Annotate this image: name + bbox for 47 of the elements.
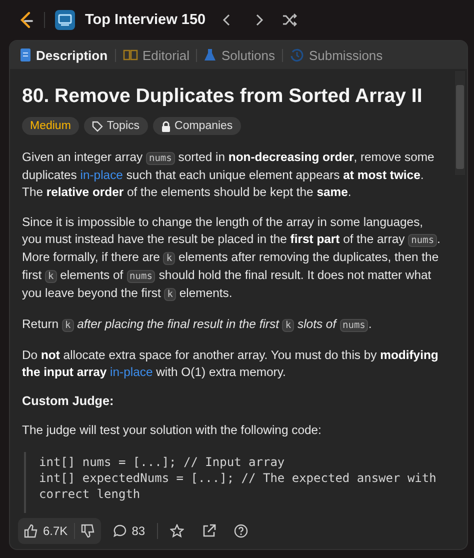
thumbs-down-icon[interactable] [80,524,95,538]
inline-code: k [45,270,57,283]
inline-code: nums [146,152,175,165]
inline-code: k [282,319,294,332]
description-paragraph: Since it is impossible to change the length of the array in some languages, you must instead have the result be placed in the first part of the array nums . More formally, if there are k elements after removing the duplicates, then the first k elements of nums should hold the final result. It does not matter what you leave beyond the first k elements. [22,214,442,303]
inline-code: k [163,252,176,265]
code-line: int[] expectedNums = [...]; // The expected answer with correct length [39,470,438,502]
difficulty-badge[interactable]: Medium [22,117,79,135]
description-paragraph: Do not allocate extra space for another array. You must do this by modifying the input array in-place with O(1) extra memory. [22,347,440,381]
comment-icon [112,524,127,538]
description-paragraph: Return k after placing the final result in the first k slots of nums . [22,316,373,334]
tag-icon [92,120,103,132]
problem-list-title[interactable]: Top Interview 150 [85,12,206,28]
help-icon[interactable] [234,524,248,538]
tab[interactable]: Submissions [290,48,383,62]
companies-button[interactable]: Companies [152,117,241,135]
previous-icon[interactable] [222,13,232,27]
inline-code: nums [126,270,156,283]
inline-code: nums [340,319,368,332]
tab[interactable]: Editorial [122,48,190,62]
lock-icon [160,120,171,132]
star-icon[interactable] [170,524,184,538]
inline-code: k [164,288,176,301]
inline-code: k [62,319,74,332]
problem-title: 80. Remove Duplicates from Sorted Array II [22,84,422,109]
thumbs-up-icon [24,524,38,538]
next-icon[interactable] [254,13,264,27]
flask-icon [204,48,216,62]
description-paragraph: The judge will test your solution with the following code: [22,422,322,439]
topics-button[interactable]: Topics [84,117,148,135]
tab[interactable]: Solutions [204,48,275,62]
in-place-link[interactable]: in-place [80,168,123,182]
book-icon [122,49,138,61]
history-icon [290,48,304,62]
comments-button[interactable]: 83 [112,524,146,538]
section-heading: Custom Judge: [22,394,115,408]
in-place-link[interactable]: in-place [110,365,153,379]
like-button[interactable]: 6.7K [24,524,68,538]
code-line: int[] nums = [...]; // Input array [39,454,286,470]
logo-icon[interactable] [18,11,34,29]
share-icon[interactable] [202,524,216,538]
scrollbar[interactable] [455,71,465,175]
shuffle-icon[interactable] [282,13,298,27]
tab[interactable]: Description [20,48,108,62]
document-icon [20,48,31,62]
description-paragraph: Given an integer array nums sorted in non-decreasing order, remove some duplicates in-place such that each unique element appears at most twice. The relative order of the elements should be kept the same. [22,149,436,201]
inline-code: nums [408,234,438,247]
